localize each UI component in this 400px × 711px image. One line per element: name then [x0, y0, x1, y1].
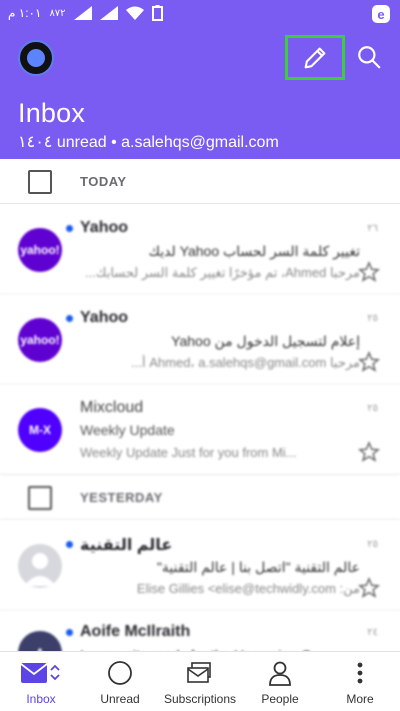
section-label-today: TODAY: [80, 174, 127, 189]
inbox-header: ١:٠١ م ٨٧٢ e Inbox ١٤٠٤ unread • a.saleh…: [0, 0, 400, 159]
search-icon: [358, 46, 381, 69]
star-icon[interactable]: [358, 261, 380, 283]
message-subject: إعلام لتسجيل الدخول من Yahoo: [171, 333, 360, 349]
nav-people[interactable]: People: [256, 652, 304, 711]
unread-dot: [66, 225, 73, 232]
select-all-yesterday-checkbox[interactable]: [28, 486, 52, 510]
message-snippet: من: Elise Gillies <elise@techwidly.com: [136, 581, 360, 596]
message-time: ٢٥: [367, 313, 378, 324]
message-row[interactable]: yahoo! Yahoo ٢٥ إعلام لتسجيل الدخول من Y…: [0, 295, 400, 385]
wifi-icon: [125, 6, 144, 20]
unread-dot: [66, 541, 73, 548]
nav-label: Inbox: [26, 692, 56, 706]
message-sender: Aoife McIlraith: [80, 623, 191, 640]
nav-label: Unread: [100, 692, 140, 706]
nav-label: More: [346, 692, 374, 706]
message-subject: عالم التقنية "اتصل بنا | عالم التقنية": [156, 559, 360, 575]
mail-icon: [21, 658, 61, 688]
nav-unread[interactable]: Unread: [98, 652, 142, 711]
unread-dot: [66, 315, 73, 322]
sender-avatar: M-X: [18, 408, 62, 452]
message-row[interactable]: yahoo! Yahoo ٢٦ تغيير كلمة السر لحساب Ya…: [0, 205, 400, 295]
person-icon: [268, 658, 292, 688]
message-snippet: Weekly Update Just for you from Mi...: [80, 445, 297, 460]
nav-subscriptions[interactable]: Subscriptions: [160, 652, 240, 711]
message-row[interactable]: عالم التقنية ٢٥ عالم التقنية "اتصل بنا |…: [0, 521, 400, 611]
status-time: ١:٠١ م: [8, 6, 42, 20]
message-time: ٢٦: [367, 223, 378, 234]
sender-avatar: yahoo!: [18, 318, 62, 362]
select-all-today-checkbox[interactable]: [28, 170, 52, 194]
more-vertical-icon: [356, 658, 364, 688]
sender-avatar: yahoo!: [18, 228, 62, 272]
compose-button[interactable]: [285, 35, 345, 80]
app-badge-icon: e: [372, 5, 390, 23]
message-row[interactable]: M-X Mixcloud ٢٥ Weekly Update Weekly Upd…: [0, 385, 400, 475]
message-time: ٢٥: [367, 539, 378, 550]
message-snippet: مرحبا Ahmed، a.salehqs@gmail.com أ...: [131, 355, 360, 370]
unread-dot: [66, 629, 73, 636]
nav-label: Subscriptions: [163, 692, 237, 706]
subscriptions-icon: [186, 658, 214, 688]
message-snippet: مرحبا Ahmed، تم مؤخرًا تغيير كلمة السر ل…: [84, 265, 360, 280]
message-subject: Weekly Update: [80, 422, 175, 438]
circle-icon: [107, 658, 133, 688]
star-icon[interactable]: [358, 577, 380, 599]
signal-icon: [73, 6, 92, 20]
section-label-yesterday: YESTERDAY: [80, 490, 163, 505]
status-bar: ١:٠١ م ٨٧٢ e: [0, 0, 400, 28]
section-today: TODAY: [0, 159, 400, 204]
page-subtitle: ١٤٠٤ unread • a.salehqs@gmail.com: [18, 134, 279, 151]
section-yesterday: YESTERDAY: [0, 475, 400, 520]
app-frame: ١:٠١ م ٨٧٢ e Inbox ١٤٠٤ unread • a.saleh…: [0, 0, 400, 711]
message-sender: عالم التقنية: [80, 537, 173, 554]
search-button[interactable]: [352, 40, 386, 74]
status-speed: ٨٧٢: [49, 7, 66, 19]
nav-more[interactable]: More: [340, 652, 380, 711]
battery-icon: [151, 5, 163, 21]
message-time: ٢٤: [367, 627, 378, 638]
message-sender: Yahoo: [80, 219, 129, 236]
message-subject: تغيير كلمة السر لحساب Yahoo لديك: [148, 243, 360, 259]
nav-inbox[interactable]: Inbox: [15, 652, 67, 711]
star-icon[interactable]: [358, 441, 380, 463]
default-avatar-icon: [18, 544, 62, 588]
message-sender: Yahoo: [80, 309, 129, 326]
page-title: Inbox: [18, 98, 86, 128]
account-avatar[interactable]: [18, 40, 54, 76]
message-time: ٢٥: [367, 403, 378, 414]
nav-label: People: [261, 692, 299, 706]
pencil-icon: [304, 47, 326, 68]
status-left: ١:٠١ م ٨٧٢: [8, 5, 163, 21]
star-icon[interactable]: [358, 351, 380, 373]
bottom-navigation: Inbox Unread Subscriptions People More: [0, 651, 400, 711]
signal-icon-2: [99, 6, 118, 20]
message-sender: Mixcloud: [80, 399, 144, 416]
avatar-image: [27, 49, 45, 67]
